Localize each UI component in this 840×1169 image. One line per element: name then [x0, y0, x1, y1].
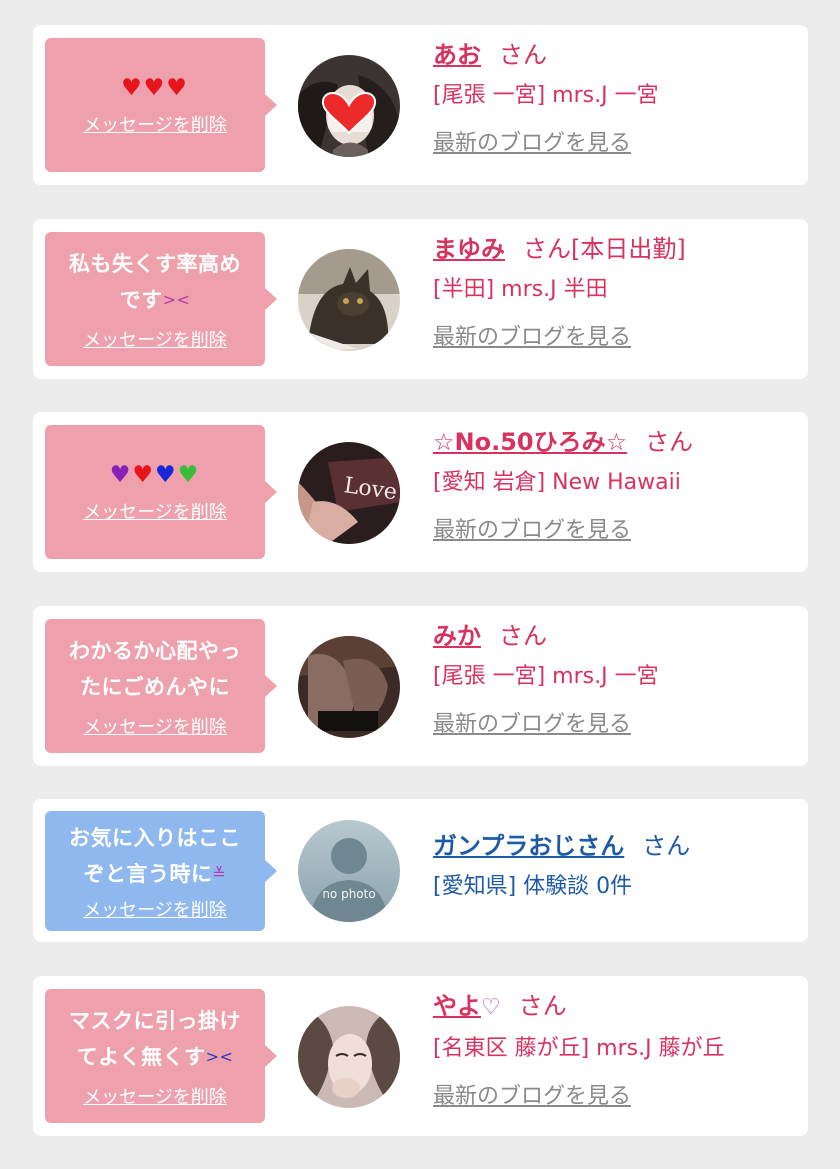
message-line: 私も失くす率高め [69, 252, 241, 276]
latest-blog-link[interactable]: 最新のブログを見る [433, 1082, 798, 1112]
message-hearts: ♥♥♥♥ [110, 460, 201, 490]
delete-message-link[interactable]: メッセージを削除 [83, 713, 227, 739]
message-text: マスクに引っ掛け てよく無くす>< [63, 1003, 247, 1075]
message-text: わかるか心配やっ たにごめんやに [63, 633, 247, 705]
purple-heart-icon: ♥ [109, 462, 133, 488]
honorific: さん[本日出勤] [523, 235, 686, 263]
message-text: お気に入りはここ ぞと言う時に≚ [63, 820, 247, 892]
favorite-card: お気に入りはここ ぞと言う時に≚ メッセージを削除 no photo ガンプラお… [33, 799, 808, 942]
girl-info: ガンプラおじさん さん [愛知県] 体験談 0件 [433, 830, 798, 902]
message-bubble: ♥♥♥♥ メッセージを削除 [45, 425, 277, 559]
girl-info: ☆No.50ひろみ☆ さん [愛知 岩倉] New Hawaii 最新のブログを見… [433, 426, 798, 546]
latest-blog-link[interactable]: 最新のブログを見る [433, 710, 798, 740]
message-text: 私も失くす率高め です>< [63, 246, 247, 318]
honorific: さん [518, 992, 567, 1020]
message-bubble: わかるか心配やっ たにごめんやに メッセージを削除 [45, 619, 277, 753]
latest-blog-link[interactable]: 最新のブログを見る [433, 129, 798, 159]
girl-info: やよ♡ さん [名東区 藤が丘] mrs.J 藤が丘 最新のブログを見る [433, 990, 798, 1112]
red-heart-icon: ♥ [132, 462, 155, 488]
message-line: わかるか心配やっ [69, 639, 241, 663]
shop-label: [半田] mrs.J 半田 [433, 277, 608, 302]
shop-label: [尾張 一宮] mrs.J 一宮 [433, 664, 659, 689]
girl-name-link[interactable]: みか [433, 622, 481, 650]
delete-message-link[interactable]: メッセージを削除 [83, 498, 227, 524]
no-photo-avatar: no photo [298, 820, 400, 922]
girl-info: あお さん [尾張 一宮] mrs.J 一宮 最新のブログを見る [433, 39, 798, 159]
girl-info: まゆみ さん[本日出勤] [半田] mrs.J 半田 最新のブログを見る [433, 233, 798, 353]
latest-blog-link[interactable]: 最新のブログを見る [433, 323, 798, 353]
favorite-card: ♥♥♥ メッセージを削除 あお さん [尾張 一宮] mrs.J 一宮 最新のブロ… [33, 25, 808, 185]
delete-message-link[interactable]: メッセージを削除 [83, 326, 227, 352]
latest-blog-link[interactable]: 最新のブログを見る [433, 516, 798, 546]
favorite-card: ♥♥♥♥ メッセージを削除 Love ☆No.50ひろみ☆ さん [愛知 岩倉] … [33, 412, 808, 572]
face-emoji-icon: ≚ [212, 864, 227, 883]
avatar-photo: Love [298, 442, 400, 544]
avatar-photo [298, 636, 400, 738]
honorific: さん [645, 428, 694, 456]
message-bubble: ♥♥♥ メッセージを削除 [45, 38, 277, 172]
message-line: たにごめんやに [79, 675, 231, 699]
message-bubble: 私も失くす率高め です>< メッセージを削除 [45, 232, 277, 366]
message-line: マスクに引っ掛け [69, 1009, 241, 1033]
avatar[interactable] [298, 1006, 400, 1108]
delete-message-link[interactable]: メッセージを削除 [83, 896, 227, 922]
message-line: です [119, 288, 163, 312]
girl-name-link[interactable]: まゆみ [433, 235, 505, 263]
avatar-photo [298, 55, 400, 157]
avatar-photo [298, 1006, 400, 1108]
favorite-card: マスクに引っ掛け てよく無くす>< メッセージを削除 やよ♡ さん [名東区 藤が… [33, 976, 808, 1136]
message-bubble: マスクに引っ掛け てよく無くす>< メッセージを削除 [45, 989, 277, 1123]
honorific: さん [642, 832, 691, 860]
no-photo-label: no photo [322, 887, 375, 901]
delete-message-link[interactable]: メッセージを削除 [83, 111, 227, 137]
avatar-photo [298, 249, 400, 351]
blue-heart-icon: ♥ [155, 462, 178, 488]
girl-info: みか さん [尾張 一宮] mrs.J 一宮 最新のブログを見る [433, 620, 798, 740]
message-line: ぞと言う時に [83, 862, 213, 886]
green-heart-icon: ♥ [177, 462, 201, 488]
reviewer-name-link[interactable]: ガンプラおじさん [433, 832, 624, 860]
tired-face-emoji-icon: >< [162, 290, 191, 309]
avatar[interactable] [298, 636, 400, 738]
delete-message-link[interactable]: メッセージを削除 [83, 1083, 227, 1109]
girl-name-link[interactable]: やよ [433, 992, 481, 1020]
message-line: お気に入りはここ [69, 826, 241, 850]
shop-label: [愛知 岩倉] New Hawaii [433, 470, 681, 495]
avatar[interactable] [298, 55, 400, 157]
favorite-card: わかるか心配やっ たにごめんやに メッセージを削除 みか さん [尾張 一宮] m… [33, 606, 808, 766]
girl-name-link[interactable]: ☆No.50ひろみ☆ [433, 428, 627, 456]
shop-label: [名東区 藤が丘] mrs.J 藤が丘 [433, 1036, 725, 1061]
message-hearts: ♥♥♥ [121, 75, 189, 101]
avatar[interactable]: no photo [298, 820, 400, 922]
message-bubble: お気に入りはここ ぞと言う時に≚ メッセージを削除 [45, 811, 277, 931]
review-count-label: [愛知県] 体験談 0件 [433, 874, 633, 899]
avatar[interactable] [298, 249, 400, 351]
honorific: さん [499, 41, 547, 69]
shop-label: [尾張 一宮] mrs.J 一宮 [433, 83, 659, 108]
honorific: さん [499, 622, 547, 650]
favorite-card: 私も失くす率高め です>< メッセージを削除 まゆみ さん[本日出勤] [半田] … [33, 219, 808, 379]
sparkle-heart-icon: ♡ [481, 995, 501, 1020]
message-line: てよく無くす [76, 1045, 206, 1069]
favorites-list: ♥♥♥ メッセージを削除 あお さん [尾張 一宮] mrs.J 一宮 最新のブロ… [0, 0, 840, 1169]
crying-face-emoji-icon: >< [205, 1047, 234, 1066]
avatar[interactable]: Love [298, 442, 400, 544]
girl-name-link[interactable]: あお [433, 41, 481, 69]
